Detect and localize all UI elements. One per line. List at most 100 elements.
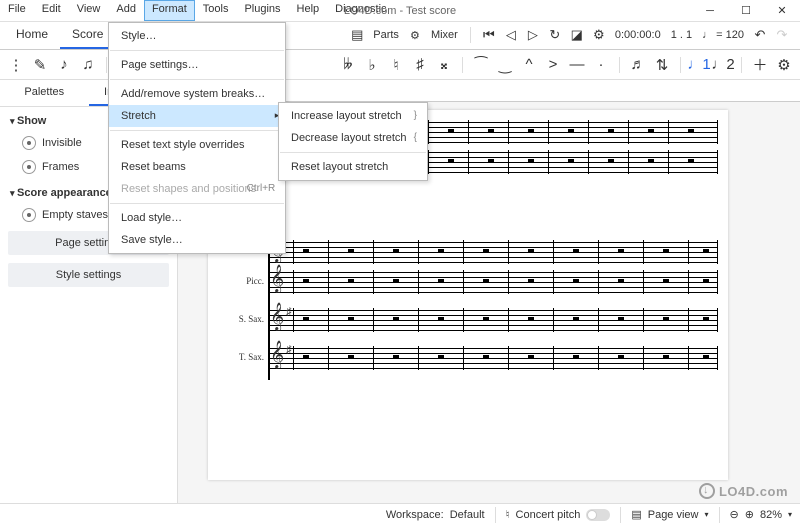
top-toolbar: ▤ Parts ⚙ Mixer ⏮ ◁ ▷ ↻ ◪ ⚙ 0:00:00:0 1 …: [349, 21, 800, 49]
separator: [619, 57, 620, 73]
instrument-label-picc: Picc.: [246, 276, 264, 286]
palettes-tab[interactable]: Palettes: [0, 80, 89, 106]
treble-clef-icon: 𝄞: [270, 304, 284, 331]
shortcut: Ctrl+R: [247, 183, 276, 194]
separator: [110, 203, 284, 204]
separator: [110, 130, 284, 131]
stretch-increase[interactable]: Increase layout stretch }: [279, 105, 427, 127]
concert-pitch-toggle[interactable]: [586, 509, 610, 521]
menu-view[interactable]: View: [69, 0, 109, 21]
frames-label: Frames: [42, 161, 79, 173]
workspace-value[interactable]: Default: [450, 509, 485, 521]
maximize-button[interactable]: ☐: [728, 0, 764, 22]
flat-icon[interactable]: ♭: [362, 53, 382, 77]
gear-icon[interactable]: ⚙: [774, 53, 794, 77]
parts-icon[interactable]: ▤: [349, 27, 365, 43]
zoom-level[interactable]: 82%: [760, 509, 782, 521]
concert-pitch-label: Concert pitch: [516, 509, 581, 521]
loop-icon[interactable]: ↻: [547, 27, 563, 43]
format-stretch[interactable]: Stretch ▸: [109, 105, 285, 127]
format-reset-beams[interactable]: Reset beams: [109, 156, 285, 178]
format-load-style[interactable]: Load style…: [109, 207, 285, 229]
treble-clef-icon: 𝄞: [270, 266, 284, 293]
menubar: File Edit View Add Format Tools Plugins …: [0, 0, 395, 21]
double-flat-icon[interactable]: 𝄫: [338, 53, 358, 77]
invisible-label: Invisible: [42, 137, 82, 149]
settings-icon[interactable]: ⚙: [591, 27, 607, 43]
marcato-icon[interactable]: ^: [519, 53, 539, 77]
sharp-icon[interactable]: ♯: [410, 53, 430, 77]
tab-home[interactable]: Home: [4, 21, 60, 49]
note-input-icon[interactable]: ✎: [30, 53, 50, 77]
format-reset-text[interactable]: Reset text style overrides: [109, 134, 285, 156]
eye-icon: [22, 208, 36, 222]
undo-icon[interactable]: ↶: [752, 27, 768, 43]
eye-icon: [22, 160, 36, 174]
prev-icon[interactable]: ◁: [503, 27, 519, 43]
chevron-down-icon[interactable]: ▾: [705, 510, 709, 519]
add-icon[interactable]: ＋: [750, 53, 770, 77]
mixer-icon[interactable]: ⚙: [407, 27, 423, 43]
metronome-icon[interactable]: ◪: [569, 27, 585, 43]
stretch-decrease-label: Decrease layout stretch: [291, 132, 407, 144]
watermark-text: LO4D.com: [719, 484, 788, 499]
zoom-in-icon[interactable]: ⊕: [745, 508, 754, 521]
tuning-fork-icon: ♮: [506, 508, 510, 521]
separator: [680, 57, 681, 73]
stretch-decrease[interactable]: Decrease layout stretch {: [279, 127, 427, 149]
treble-clef-icon: 𝄞: [270, 342, 284, 369]
format-style[interactable]: Style…: [109, 25, 285, 47]
toolbar-menu-icon[interactable]: ⋮: [6, 53, 26, 77]
format-system-breaks[interactable]: Add/remove system breaks…: [109, 83, 285, 105]
menu-help[interactable]: Help: [289, 0, 328, 21]
menu-format[interactable]: Format: [144, 0, 195, 21]
separator: [741, 57, 742, 73]
voice-1-icon[interactable]: ♩1: [689, 53, 709, 77]
rewind-icon[interactable]: ⏮: [481, 27, 497, 43]
tenuto-icon[interactable]: —: [567, 53, 587, 77]
playback-time: 0:00:00:0: [613, 29, 663, 41]
natural-icon[interactable]: ♮: [386, 53, 406, 77]
note-8th-icon[interactable]: ♪: [54, 53, 74, 77]
chevron-down-icon[interactable]: ▾: [788, 510, 792, 519]
watermark-logo-icon: [699, 483, 715, 499]
double-sharp-icon[interactable]: 𝄪: [434, 53, 454, 77]
format-stretch-label: Stretch: [121, 110, 156, 122]
tie-icon[interactable]: ⁀: [471, 53, 491, 77]
zoom-out-icon[interactable]: ⊖: [730, 508, 739, 521]
separator: [495, 507, 496, 523]
close-button[interactable]: ✕: [764, 0, 800, 22]
tuplet-icon[interactable]: ♬: [628, 53, 648, 77]
minimize-button[interactable]: ─: [692, 0, 728, 22]
instrument-label-ssax: S. Sax.: [239, 314, 264, 324]
format-save-style[interactable]: Save style…: [109, 229, 285, 251]
mixer-label[interactable]: Mixer: [429, 29, 460, 41]
menu-edit[interactable]: Edit: [34, 0, 69, 21]
instrument-label-tsax: T. Sax.: [239, 352, 264, 362]
shortcut: {: [414, 132, 417, 143]
menu-plugins[interactable]: Plugins: [236, 0, 288, 21]
page-view-select[interactable]: Page view: [648, 509, 699, 521]
format-reset-shapes-label: Reset shapes and positions: [121, 183, 256, 195]
slur-icon[interactable]: ‿: [495, 53, 515, 77]
format-page-settings[interactable]: Page settings…: [109, 54, 285, 76]
workspace-label: Workspace:: [386, 509, 444, 521]
page-view-icon: ▤: [631, 508, 641, 521]
voice-2-icon[interactable]: ♩2: [713, 53, 733, 77]
note-16th-beam-icon[interactable]: ♫: [78, 53, 98, 77]
playback-pos: 1 . 1: [669, 29, 694, 41]
redo-icon[interactable]: ↷: [774, 27, 790, 43]
parts-label[interactable]: Parts: [371, 29, 401, 41]
style-settings-button[interactable]: Style settings: [8, 263, 169, 287]
tempo: ♩ = 120: [700, 29, 746, 41]
stretch-reset[interactable]: Reset layout stretch: [279, 156, 427, 178]
play-icon[interactable]: ▷: [525, 27, 541, 43]
format-reset-shapes: Reset shapes and positions Ctrl+R: [109, 178, 285, 200]
flip-icon[interactable]: ⇅: [652, 53, 672, 77]
shortcut: }: [414, 110, 417, 121]
accent-icon[interactable]: >: [543, 53, 563, 77]
staccato-icon[interactable]: ·: [591, 53, 611, 77]
menu-tools[interactable]: Tools: [195, 0, 237, 21]
menu-file[interactable]: File: [0, 0, 34, 21]
menu-add[interactable]: Add: [108, 0, 144, 21]
